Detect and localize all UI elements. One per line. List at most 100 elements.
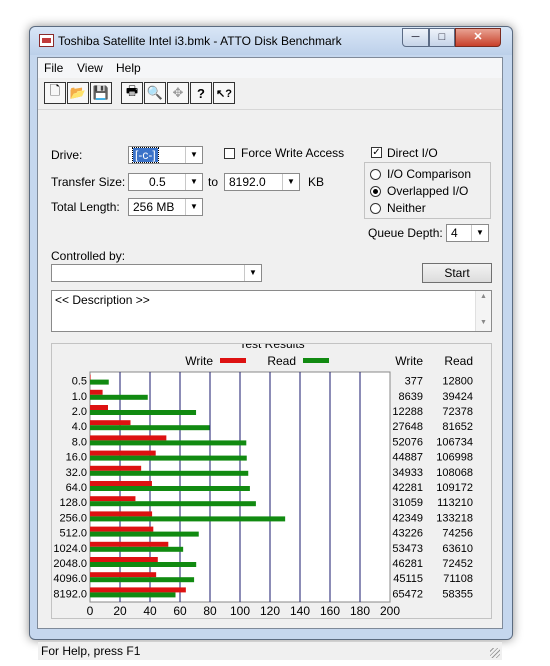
- read-bar: [90, 516, 286, 522]
- app-icon[interactable]: [39, 34, 54, 47]
- read-value: 72378: [442, 406, 473, 418]
- chevron-down-icon[interactable]: ▼: [185, 174, 202, 190]
- transfer-size-from-select[interactable]: 0.5 ▼: [128, 173, 203, 191]
- overlapped-io-label[interactable]: Overlapped I/O: [387, 184, 468, 198]
- status-text: For Help, press F1: [41, 644, 141, 658]
- resize-grip-icon[interactable]: [490, 648, 500, 658]
- y-tick-label: 8.0: [72, 436, 87, 448]
- y-tick-label: 256.0: [59, 512, 87, 524]
- transfer-size-to-select[interactable]: 8192.0 ▼: [224, 173, 300, 191]
- y-tick-label: 0.5: [72, 376, 87, 388]
- write-bar: [90, 587, 186, 593]
- move-icon[interactable]: ✥: [167, 82, 189, 104]
- x-tick-label: 140: [290, 604, 310, 618]
- read-bar: [90, 562, 197, 567]
- y-tick-label: 2.0: [72, 406, 87, 418]
- chevron-down-icon[interactable]: ▼: [244, 265, 261, 281]
- direct-io-checkbox[interactable]: ✓: [371, 147, 382, 158]
- total-length-select[interactable]: 256 MB ▼: [128, 198, 203, 216]
- neither-radio[interactable]: [370, 203, 381, 214]
- read-value: 63610: [442, 543, 473, 555]
- chevron-down-icon[interactable]: ▼: [471, 225, 488, 241]
- chevron-down-icon[interactable]: ▼: [185, 147, 202, 163]
- start-button[interactable]: Start: [422, 263, 492, 283]
- queue-depth-select[interactable]: 4 ▼: [446, 224, 489, 242]
- read-value: 81652: [442, 421, 473, 433]
- write-value: 34933: [392, 467, 423, 479]
- atto-window: Toshiba Satellite Intel i3.bmk - ATTO Di…: [29, 26, 513, 660]
- write-value: 42349: [392, 512, 423, 524]
- context-help-icon[interactable]: ↖?: [213, 82, 235, 104]
- write-value: 45115: [393, 573, 423, 585]
- print-preview-icon[interactable]: 🔍: [144, 82, 166, 104]
- y-tick-label: 64.0: [66, 482, 87, 494]
- write-bar: [90, 389, 103, 395]
- title-bar[interactable]: Toshiba Satellite Intel i3.bmk - ATTO Di…: [30, 27, 512, 55]
- save-icon[interactable]: 💾: [90, 82, 112, 104]
- x-tick-label: 80: [203, 604, 217, 618]
- new-document-icon[interactable]: 🗋: [44, 82, 66, 104]
- print-icon[interactable]: 🖶: [121, 82, 143, 104]
- write-value: 53473: [392, 543, 423, 555]
- io-comparison-radio[interactable]: [370, 169, 381, 180]
- direct-io-label[interactable]: Direct I/O: [387, 146, 438, 160]
- read-value: 58355: [442, 588, 473, 600]
- description-box[interactable]: << Description >> ▲ ▼: [51, 290, 492, 332]
- x-tick-label: 200: [380, 604, 400, 618]
- controlled-by-select[interactable]: ▼: [51, 264, 262, 282]
- write-bar: [90, 541, 169, 547]
- minimize-button[interactable]: ─: [402, 28, 429, 47]
- transfer-size-from-value: 0.5: [149, 175, 166, 189]
- open-folder-icon[interactable]: 📂: [67, 82, 89, 104]
- read-bar: [90, 394, 148, 400]
- write-value: 44887: [392, 452, 423, 464]
- write-bar: [90, 526, 154, 532]
- chevron-down-icon[interactable]: ▼: [282, 174, 299, 190]
- y-tick-label: 32.0: [66, 467, 87, 479]
- menu-view[interactable]: View: [77, 61, 103, 75]
- client-area: File View Help 🗋 📂 💾 🖶 🔍 ✥ ? ↖? Drive: […: [37, 57, 503, 660]
- write-bar: [90, 572, 157, 578]
- description-scrollbar[interactable]: ▲ ▼: [475, 291, 491, 331]
- write-bar: [90, 496, 136, 502]
- legend-write-swatch: [220, 358, 246, 363]
- neither-label[interactable]: Neither: [387, 201, 426, 215]
- y-tick-label: 2048.0: [53, 558, 87, 570]
- legend-write-label: Write: [185, 354, 213, 368]
- chevron-down-icon[interactable]: ▼: [185, 199, 202, 215]
- read-value: 12800: [442, 376, 473, 388]
- read-bar: [90, 531, 199, 537]
- maximize-button[interactable]: □: [429, 28, 455, 47]
- read-value: 39424: [442, 391, 473, 403]
- write-value: 27648: [392, 421, 423, 433]
- x-tick-label: 160: [320, 604, 340, 618]
- window-title: Toshiba Satellite Intel i3.bmk - ATTO Di…: [58, 34, 342, 48]
- write-bar: [90, 420, 131, 426]
- write-bar: [90, 511, 153, 517]
- write-column-header: Write: [395, 354, 423, 368]
- read-bar: [90, 546, 184, 552]
- read-value: 109172: [436, 482, 473, 494]
- menu-help[interactable]: Help: [116, 61, 141, 75]
- controlled-by-label: Controlled by:: [51, 249, 126, 263]
- close-button[interactable]: ✕: [455, 28, 501, 47]
- x-tick-label: 100: [230, 604, 250, 618]
- total-length-label: Total Length:: [51, 200, 120, 214]
- force-write-checkbox[interactable]: [224, 148, 235, 159]
- menu-file[interactable]: File: [44, 61, 63, 75]
- write-value: 43226: [392, 528, 423, 540]
- overlapped-io-radio[interactable]: [370, 186, 381, 197]
- read-bar: [90, 425, 210, 431]
- help-icon[interactable]: ?: [190, 82, 212, 104]
- read-bar: [90, 470, 249, 476]
- drive-select[interactable]: [-c-] ▼: [128, 146, 203, 164]
- io-comparison-label[interactable]: I/O Comparison: [387, 167, 471, 181]
- test-results-group: Test Results Write Read Write Read 0 20 40 60 80 1…: [51, 337, 492, 632]
- results-chart: Test Results Write Read Write Read 0 20 40 60 80 1…: [53, 337, 473, 632]
- force-write-label[interactable]: Force Write Access: [241, 146, 344, 160]
- total-length-value: 256 MB: [133, 200, 175, 214]
- read-bar: [90, 486, 250, 491]
- write-bar: [90, 405, 108, 410]
- read-value: 113210: [437, 497, 473, 509]
- to-label: to: [208, 175, 219, 189]
